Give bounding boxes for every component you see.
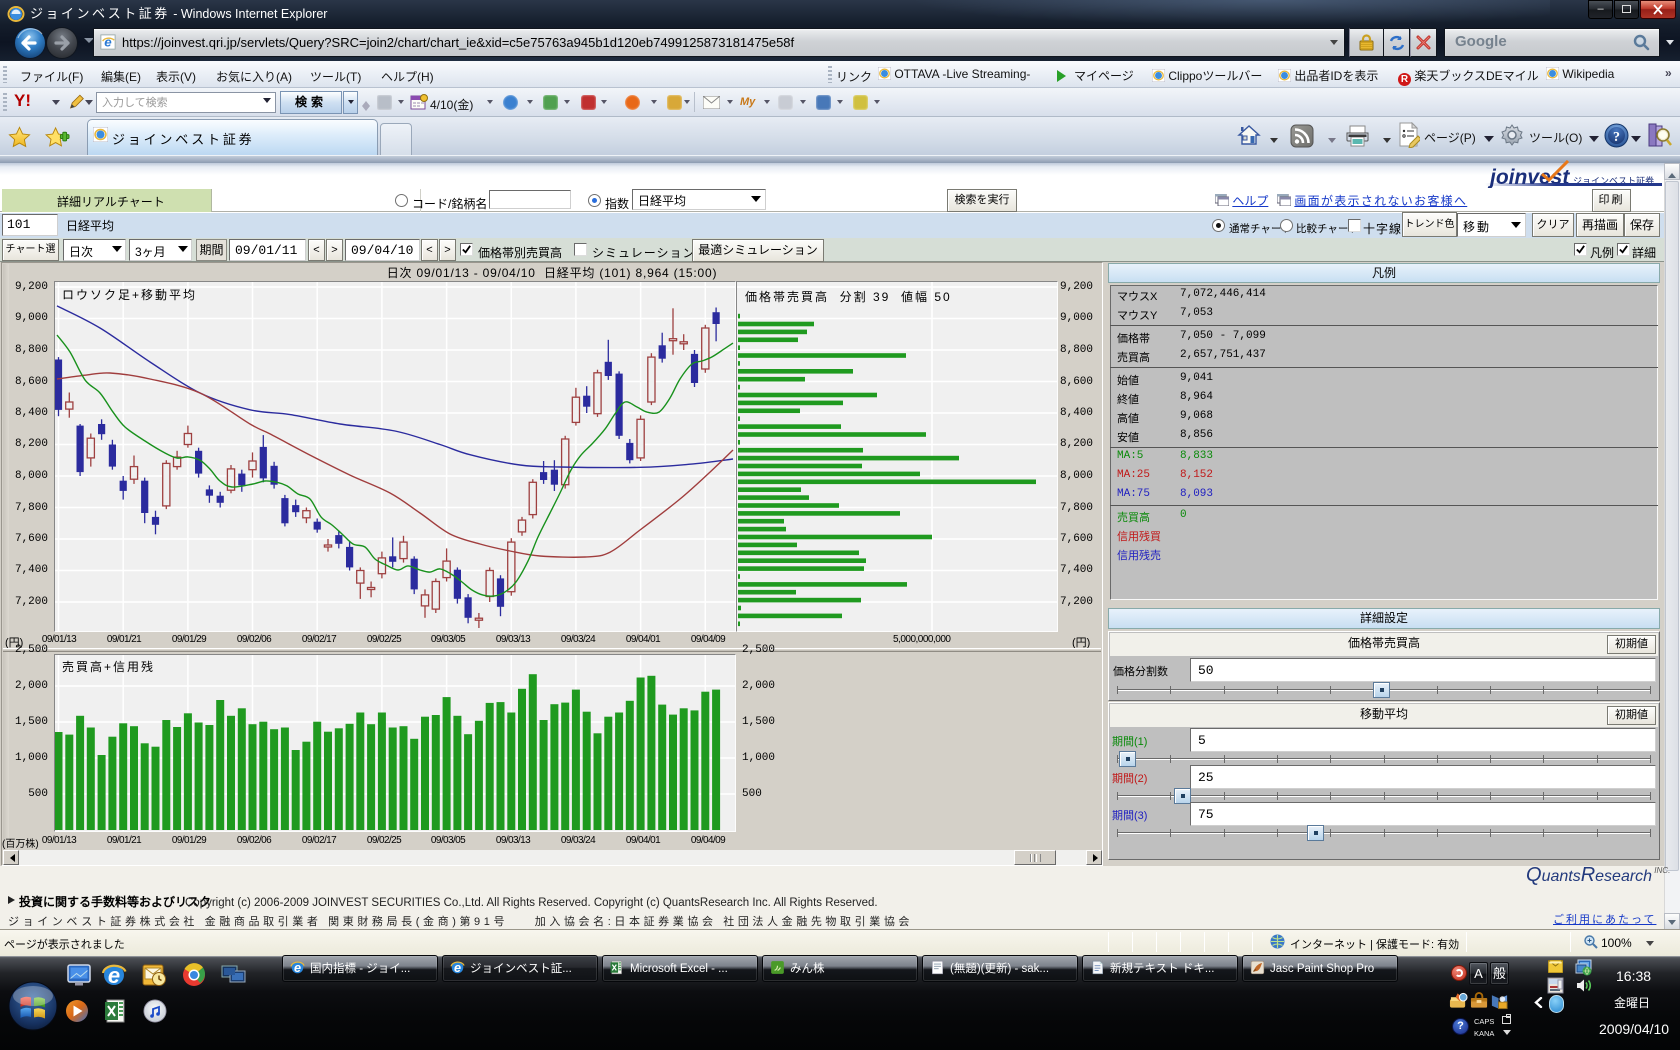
svg-text:?: ? [1613, 130, 1620, 145]
svg-text:e: e [104, 34, 112, 49]
svg-text:e: e [454, 961, 461, 975]
svg-text:e: e [294, 961, 301, 975]
